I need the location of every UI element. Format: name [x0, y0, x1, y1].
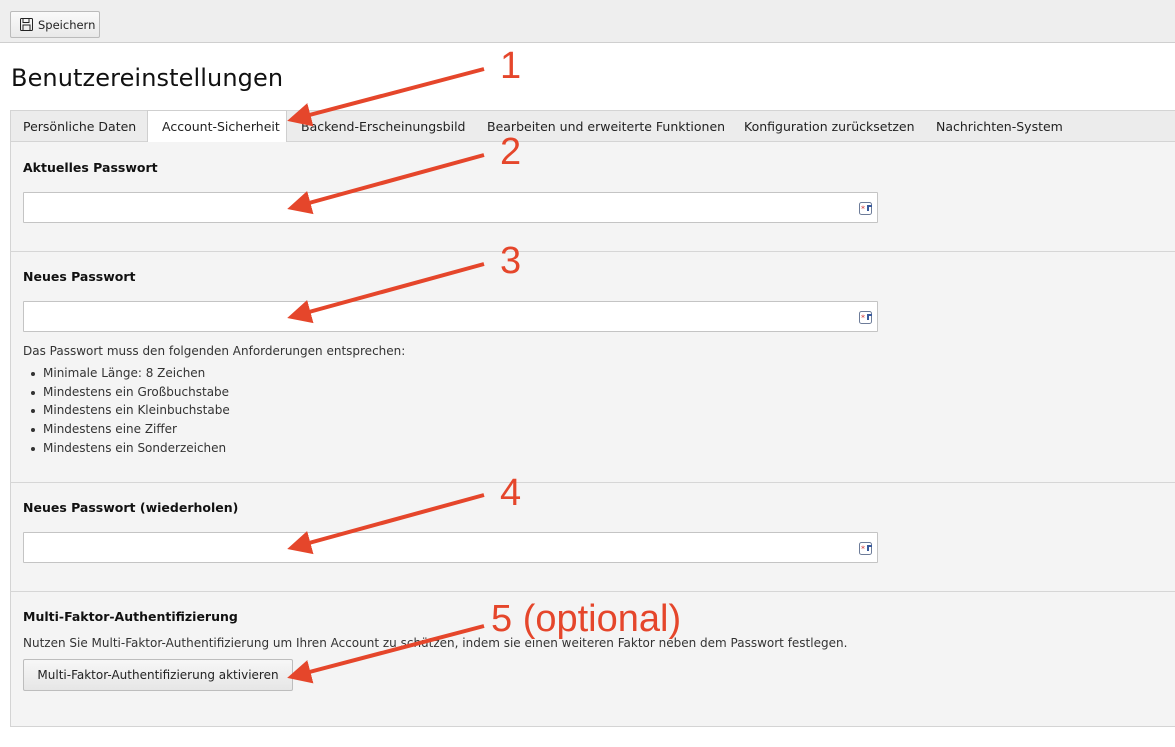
annotation-label: 5 (optional) [491, 598, 682, 640]
save-button-label: Speichern [38, 17, 96, 32]
activate-mfa-button-label: Multi-Faktor-Authentifizierung aktiviere… [37, 668, 279, 682]
list-item: Mindestens ein Kleinbuchstabe [31, 401, 230, 420]
mfa-title: Multi-Faktor-Authentifizierung [23, 609, 238, 624]
list-item: Minimale Länge: 8 Zeichen [31, 364, 230, 383]
current-password-label: Aktuelles Passwort [23, 160, 158, 175]
list-item: Mindestens ein Sonderzeichen [31, 439, 230, 458]
repeat-password-field[interactable]: * [23, 532, 878, 563]
password-manager-key-icon[interactable]: * [859, 541, 874, 555]
tab-account-sicherheit[interactable]: Account-Sicherheit [147, 110, 287, 142]
tab-label: Bearbeiten und erweiterte Funktionen [487, 119, 726, 134]
annotation-label: 2 [500, 131, 522, 173]
tab-label: Konfiguration zurücksetzen [744, 119, 915, 134]
mfa-description: Nutzen Sie Multi-Faktor-Authentifizierun… [23, 636, 848, 650]
new-password-input[interactable] [24, 302, 860, 331]
tab-bar: Persönliche Daten Account-Sicherheit Bac… [10, 110, 1175, 142]
section-divider [10, 482, 1175, 483]
annotation-label: 1 [500, 45, 522, 87]
repeat-password-label: Neues Passwort (wiederholen) [23, 500, 239, 515]
password-requirements-intro: Das Passwort muss den folgenden Anforder… [23, 344, 406, 358]
tab-konfiguration-zuruecksetzen[interactable]: Konfiguration zurücksetzen [730, 111, 922, 142]
floppy-disk-icon [20, 18, 33, 31]
password-requirements-list: Minimale Länge: 8 Zeichen Mindestens ein… [31, 364, 230, 458]
list-item: Mindestens ein Großbuchstabe [31, 383, 230, 402]
svg-text:*: * [861, 545, 865, 554]
section-divider [10, 251, 1175, 252]
password-manager-key-icon[interactable]: * [859, 310, 874, 324]
current-password-input[interactable] [24, 193, 860, 222]
new-password-field[interactable]: * [23, 301, 878, 332]
tab-label: Nachrichten-System [936, 119, 1063, 134]
tab-label: Account-Sicherheit [162, 119, 280, 134]
password-manager-key-icon[interactable]: * [859, 201, 874, 215]
svg-text:*: * [861, 205, 865, 214]
current-password-field[interactable]: * [23, 192, 878, 223]
svg-text:*: * [861, 314, 865, 323]
annotation-label: 3 [500, 240, 522, 282]
tab-backend-erscheinungsbild[interactable]: Backend-Erscheinungsbild [287, 111, 473, 142]
new-password-label: Neues Passwort [23, 269, 136, 284]
tab-nachrichten-system[interactable]: Nachrichten-System [922, 111, 1072, 142]
tab-label: Persönliche Daten [23, 119, 137, 134]
tab-label: Backend-Erscheinungsbild [301, 119, 466, 134]
page-title: Benutzereinstellungen [11, 64, 284, 92]
list-item: Mindestens eine Ziffer [31, 420, 230, 439]
repeat-password-input[interactable] [24, 533, 860, 562]
toolbar: Speichern [0, 0, 1175, 43]
save-button[interactable]: Speichern [10, 11, 100, 38]
section-divider [10, 591, 1175, 592]
tab-persoenliche-daten[interactable]: Persönliche Daten [11, 111, 147, 142]
annotation-label: 4 [500, 472, 522, 514]
activate-mfa-button[interactable]: Multi-Faktor-Authentifizierung aktiviere… [23, 659, 293, 691]
